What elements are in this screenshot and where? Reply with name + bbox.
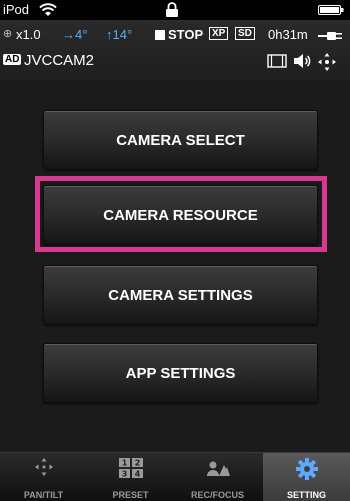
camera-status-row: ⊕ x1.0 →4° ↑14° STOP XP SD 0h31m: [0, 24, 350, 44]
tab-label: PRESET: [112, 490, 149, 500]
tab-rec-focus[interactable]: REC/FOCUS: [174, 453, 261, 501]
device-name: iPod: [3, 2, 30, 17]
app-settings-button[interactable]: APP SETTINGS: [43, 343, 318, 403]
camera-name: JVCCAM2: [24, 52, 95, 69]
svg-text:2: 2: [134, 459, 140, 468]
preset-icon: 1 2 3 4: [118, 458, 143, 479]
camera-settings-button[interactable]: CAMERA SETTINGS: [43, 265, 318, 325]
tab-label: SETTING: [286, 490, 326, 500]
film-icon: [267, 54, 287, 68]
lock-icon: [166, 2, 178, 17]
svg-text:4: 4: [134, 470, 140, 479]
battery-icon: [318, 5, 344, 15]
tilt-value: ↑14°: [106, 27, 133, 42]
camera-select-button[interactable]: CAMERA SELECT: [43, 110, 318, 170]
svg-text:1: 1: [121, 459, 127, 468]
rec-status: STOP: [168, 27, 204, 42]
wifi-icon: [39, 3, 57, 16]
camera-info-header: ⊕ x1.0 →4° ↑14° STOP XP SD 0h31m AD JVCC…: [0, 20, 350, 80]
svg-text:3: 3: [121, 470, 127, 479]
tab-pan-tilt[interactable]: PAN/TILT: [0, 453, 87, 501]
tab-bar: PAN/TILT 1 2 3 4 PRESET REC/FOCUS SETTIN…: [0, 452, 350, 501]
zoom-value: x1.0: [16, 27, 41, 42]
rec-focus-icon: [206, 461, 230, 476]
highlight-frame: [35, 176, 327, 252]
zoom-icon: ⊕: [3, 28, 13, 40]
move-arrows-icon: [318, 53, 336, 71]
remaining-time: 0h31m: [268, 27, 308, 42]
tab-label: PAN/TILT: [23, 490, 64, 500]
pan-value: →4°: [62, 27, 88, 42]
media-badge: SD: [235, 27, 255, 40]
ios-status-bar: iPod: [0, 0, 350, 20]
tab-label: REC/FOCUS: [190, 490, 244, 500]
stop-square-icon: [155, 30, 165, 40]
ad-badge: AD: [3, 54, 22, 65]
tab-preset[interactable]: 1 2 3 4 PRESET: [87, 453, 174, 501]
gear-icon: [295, 458, 318, 480]
power-plug-icon: [318, 32, 342, 40]
speaker-icon: [294, 54, 311, 68]
format-badge: XP: [209, 27, 229, 40]
tab-setting[interactable]: SETTING: [263, 453, 350, 501]
pan-tilt-icon: [34, 458, 53, 476]
camera-name-row: AD JVCCAM2: [0, 51, 350, 71]
